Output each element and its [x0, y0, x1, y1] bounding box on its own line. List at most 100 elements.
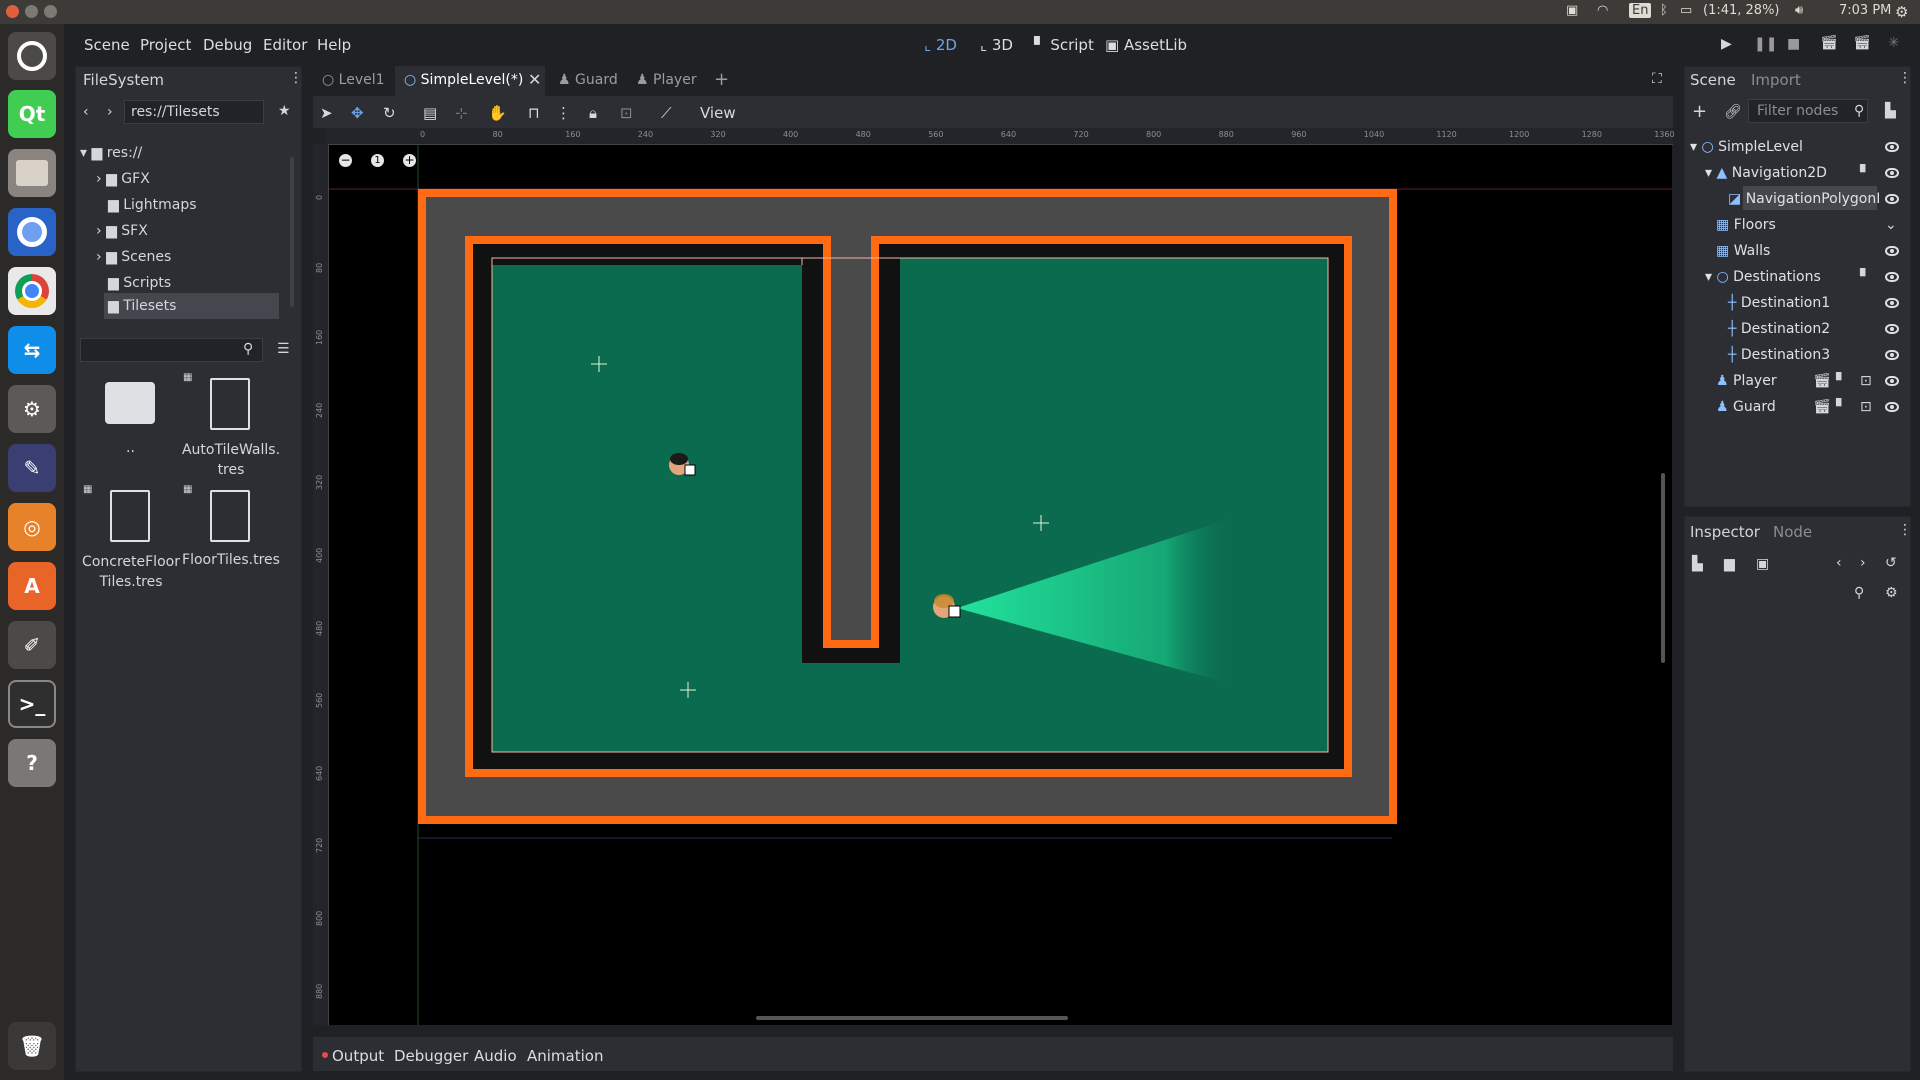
group-icon[interactable]: ⊡	[1860, 373, 1872, 389]
menu-debug[interactable]: Debug	[203, 36, 252, 54]
hidden-eye-icon[interactable]: ⌄	[1885, 217, 1897, 233]
workspace-assetlib-button[interactable]: ▣ AssetLib	[1105, 36, 1187, 54]
tab-animation[interactable]: Animation	[527, 1047, 603, 1065]
node-walls[interactable]: ▦ Walls	[1716, 243, 1770, 259]
distraction-free-icon[interactable]: ⛶	[1652, 71, 1662, 87]
inkscape-icon[interactable]: ✎	[8, 444, 56, 492]
new-resource-icon[interactable]: ▙	[1692, 556, 1703, 572]
canvas-h-scrollbar[interactable]	[756, 1016, 1068, 1020]
open-scene-icon[interactable]: 🎬︎	[1813, 399, 1831, 415]
path-field[interactable]: res://Tilesets	[124, 100, 264, 124]
battery-status[interactable]: (1:41, 28%)	[1703, 3, 1780, 18]
inspector-tab[interactable]: Inspector	[1690, 523, 1760, 541]
visibility-eye-icon[interactable]	[1885, 272, 1899, 282]
minimize-window-button[interactable]	[25, 5, 38, 18]
clock[interactable]: 7:03 PM	[1839, 3, 1891, 18]
trash-icon[interactable]: 🗑︎	[8, 1022, 56, 1070]
save-icon[interactable]: ▣	[1756, 556, 1769, 572]
dock-menu-icon[interactable]: ⋮	[1898, 522, 1912, 538]
tree-folder-gfx[interactable]: › ▆ GFX	[96, 171, 150, 187]
maximize-window-button[interactable]	[44, 5, 57, 18]
chrome-icon[interactable]	[8, 267, 56, 315]
back-icon[interactable]: ‹	[83, 104, 89, 120]
visibility-eye-icon[interactable]	[1885, 350, 1899, 360]
visibility-eye-icon[interactable]	[1885, 194, 1899, 204]
node-guard[interactable]: ♟ Guard	[1716, 399, 1776, 415]
visibility-eye-icon[interactable]	[1885, 168, 1899, 178]
node-player[interactable]: ♟ Player	[1716, 373, 1777, 389]
file-autotilewalls-icon[interactable]	[210, 378, 250, 430]
menu-scene[interactable]: Scene	[84, 36, 130, 54]
bone-icon[interactable]: ⟋	[661, 104, 672, 122]
tree-folder-scenes[interactable]: › ▆ Scenes	[96, 249, 171, 265]
tree-folder-tilesets-selected[interactable]: ▆ Tilesets	[104, 293, 279, 319]
rotate-tool-icon[interactable]: ↻	[383, 104, 396, 122]
settings-icon[interactable]: ⚙	[8, 385, 56, 433]
history-back-icon[interactable]: ‹	[1836, 555, 1842, 571]
tab-simplelevel[interactable]: ○ SimpleLevel(*)	[404, 72, 523, 88]
tab-level1[interactable]: ○ Level1	[322, 72, 385, 88]
list-select-icon[interactable]: ▤	[423, 104, 437, 122]
open-scene-icon[interactable]: 🎬︎	[1813, 373, 1831, 389]
dock-menu-icon[interactable]: ⋮	[289, 70, 303, 86]
tree-folder-sfx[interactable]: › ▆ SFX	[96, 223, 148, 239]
search-icon[interactable]: ⚲	[243, 341, 253, 357]
pan-tool-icon[interactable]: ✋	[488, 104, 507, 122]
lock-icon[interactable]: 🔒︎	[589, 104, 597, 122]
zoom-out-icon[interactable]: −	[339, 154, 352, 167]
file-search-input[interactable]	[80, 338, 263, 362]
menu-project[interactable]: Project	[140, 36, 191, 54]
group-icon[interactable]: ⊡	[620, 104, 633, 122]
node-destinations[interactable]: ▾ ○ Destinations	[1705, 269, 1821, 285]
tab-output[interactable]: Output	[332, 1047, 384, 1065]
tree-folder-scripts[interactable]: ▆ Scripts	[108, 275, 171, 291]
stop-icon[interactable]: ■	[1787, 36, 1800, 52]
workspace-script-button[interactable]: ▘ Script	[1034, 36, 1094, 54]
keyboard-layout[interactable]: En	[1629, 3, 1652, 18]
snap-menu-icon[interactable]: ⋮	[556, 104, 571, 122]
play-icon[interactable]: ▶	[1721, 36, 1732, 52]
canvas-v-scrollbar[interactable]	[1661, 473, 1665, 663]
pivot-icon[interactable]: ⊹	[455, 104, 468, 122]
volume-icon[interactable]: 🔊︎	[1795, 3, 1803, 18]
view-menu[interactable]: View	[700, 104, 736, 122]
dock-menu-icon[interactable]: ⋮	[1898, 70, 1912, 86]
tab-guard[interactable]: ♟ Guard	[558, 72, 618, 88]
play-custom-scene-icon[interactable]: 🎬︎	[1853, 35, 1871, 51]
open-folder-icon[interactable]: ▆	[1724, 556, 1735, 572]
zoom-reset-button[interactable]: 1	[371, 154, 384, 167]
select-tool-icon[interactable]: ➤	[320, 104, 333, 122]
file-concretefloortiles-icon[interactable]	[110, 490, 150, 542]
move-tool-icon[interactable]: ✥	[351, 104, 364, 122]
canvas-viewport[interactable]: − 1 +	[329, 145, 1672, 1025]
workspace-2d-button[interactable]: ⌞ 2D	[924, 36, 957, 54]
scene-tab[interactable]: Scene	[1690, 71, 1736, 89]
menu-editor[interactable]: Editor	[263, 36, 307, 54]
software-center-icon[interactable]: A	[8, 562, 56, 610]
history-icon[interactable]: ↺	[1885, 555, 1897, 571]
workspace-3d-button[interactable]: ⌞ 3D	[980, 36, 1013, 54]
wifi-icon[interactable]: ◠	[1597, 3, 1608, 18]
node-navigation2d[interactable]: ▾ ▲ Navigation2D	[1705, 165, 1827, 181]
script-attach-icon[interactable]: ▙	[1885, 103, 1896, 119]
zoom-in-icon[interactable]: +	[403, 154, 416, 167]
filter-nodes-input[interactable]: Filter nodes	[1748, 99, 1868, 123]
script-icon[interactable]: ▘	[1836, 373, 1847, 389]
snap-icon[interactable]: ⊓	[528, 104, 540, 122]
script-icon[interactable]: ▘	[1860, 269, 1871, 285]
node-tab[interactable]: Node	[1773, 523, 1812, 541]
node-simplelevel[interactable]: ▾ ○ SimpleLevel	[1690, 139, 1803, 155]
close-tab-icon[interactable]: ✕	[528, 70, 541, 89]
node-navigationpolygon[interactable]: ◪ NavigationPolygonI	[1728, 191, 1880, 207]
terminal-icon[interactable]: >_	[8, 680, 56, 728]
files-icon[interactable]	[8, 149, 56, 197]
filesystem-scrollbar[interactable]	[290, 157, 294, 307]
node-destination1[interactable]: ┼ Destination1	[1728, 295, 1830, 311]
visibility-eye-icon[interactable]	[1885, 246, 1899, 256]
instance-link-icon[interactable]: 🔗︎	[1724, 104, 1742, 120]
system-gear-icon[interactable]: ⚙	[1895, 3, 1908, 21]
favorite-star-icon[interactable]: ★	[278, 103, 291, 119]
qt-creator-icon[interactable]: Qt	[8, 90, 56, 138]
visibility-eye-icon[interactable]	[1885, 324, 1899, 334]
screen-icon[interactable]: ▣	[1566, 3, 1578, 18]
